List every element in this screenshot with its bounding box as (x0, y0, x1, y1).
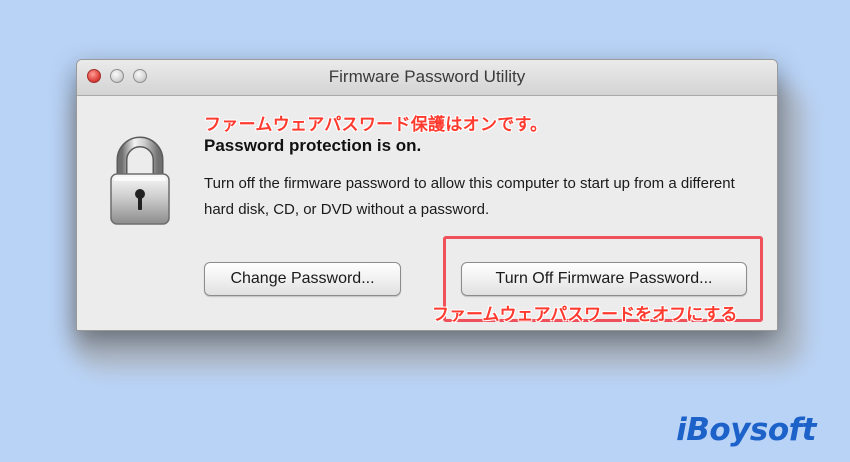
window-title: Firmware Password Utility (328, 67, 526, 86)
status-heading: Password protection is on. (204, 136, 422, 155)
jp-status-annotation: ファームウェアパスワード保護はオンです。 (204, 115, 548, 134)
change-password-button[interactable]: Change Password... (204, 262, 401, 296)
title-bar[interactable]: Firmware Password Utility (77, 60, 777, 96)
padlock-icon (110, 136, 170, 225)
jp-button-annotation: ファームウェアパスワードをオフにする (432, 305, 738, 324)
description-text: Turn off the firmware password to allow … (204, 175, 735, 218)
iboysoft-logo: iBoysoft (676, 412, 816, 448)
